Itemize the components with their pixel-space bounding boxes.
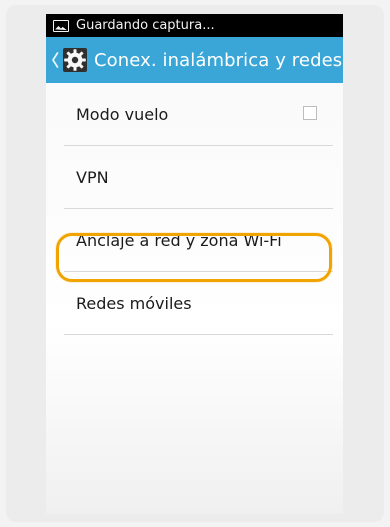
setting-airplane-mode[interactable]: Modo vuelo bbox=[46, 83, 343, 145]
settings-list: Modo vuelo VPN Anclaje a red y zona Wi-F… bbox=[46, 83, 343, 353]
setting-mobile-networks[interactable]: Redes móviles bbox=[46, 272, 343, 334]
list-divider bbox=[64, 334, 333, 335]
setting-tethering-hotspot-label: Anclaje a red y zona Wi-Fi bbox=[76, 230, 282, 250]
chevron-left-icon[interactable] bbox=[51, 51, 59, 69]
status-notification-text: Guardando captura... bbox=[76, 18, 215, 33]
setting-vpn[interactable]: VPN bbox=[46, 146, 343, 208]
android-settings-screen: Guardando captura... Conex. inalámbrica … bbox=[46, 14, 343, 514]
action-bar: Conex. inalámbrica y redes bbox=[46, 37, 343, 83]
airplane-mode-checkbox[interactable] bbox=[303, 106, 317, 120]
setting-airplane-mode-label: Modo vuelo bbox=[76, 104, 169, 124]
setting-vpn-label: VPN bbox=[76, 167, 109, 187]
gear-icon[interactable] bbox=[61, 46, 89, 74]
setting-mobile-networks-label: Redes móviles bbox=[76, 293, 192, 313]
status-bar: Guardando captura... bbox=[46, 14, 343, 37]
screenshot-icon bbox=[53, 19, 69, 32]
setting-tethering-hotspot[interactable]: Anclaje a red y zona Wi-Fi bbox=[46, 209, 343, 271]
screen-title: Conex. inalámbrica y redes bbox=[94, 49, 343, 71]
